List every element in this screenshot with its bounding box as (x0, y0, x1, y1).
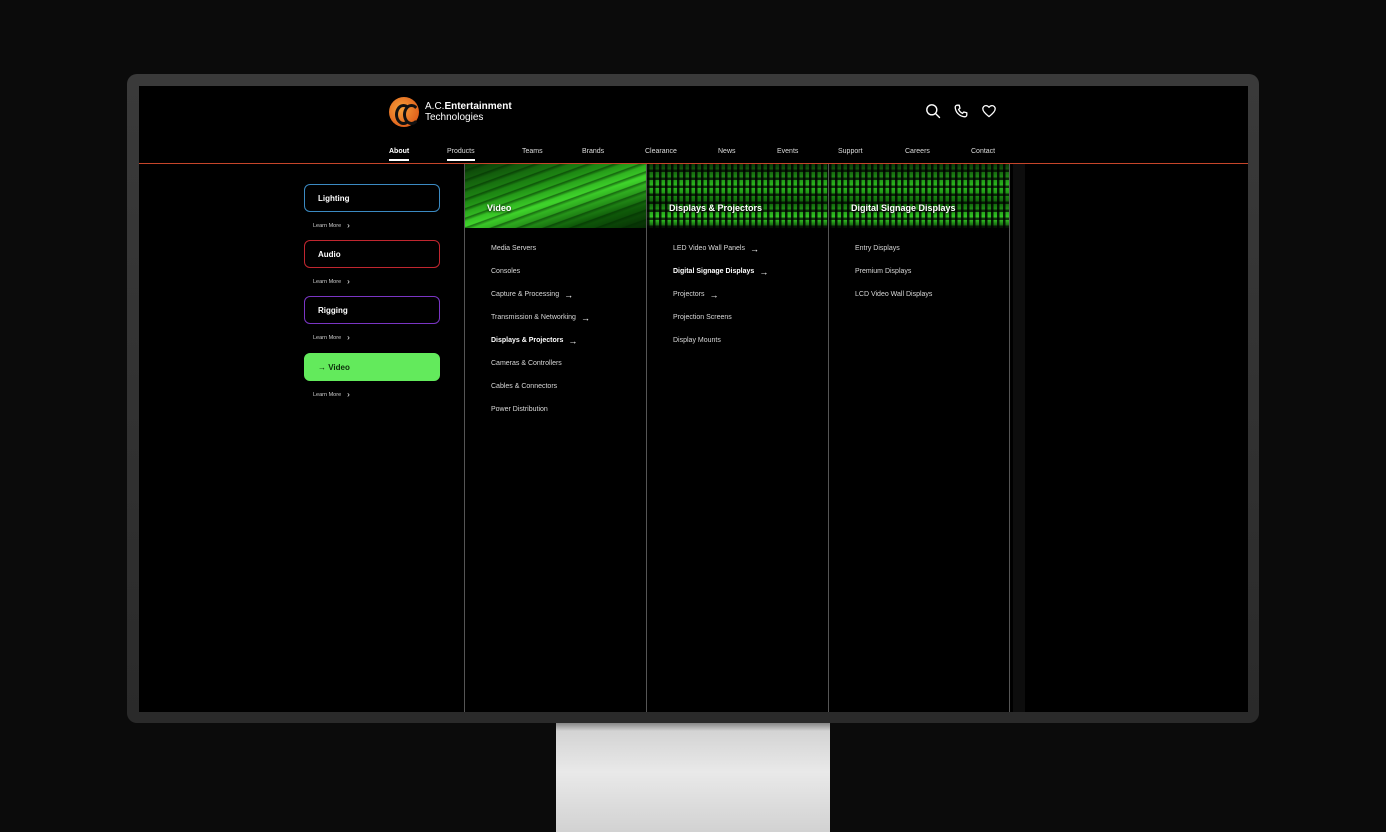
category-audio-button[interactable]: Audio (304, 240, 440, 268)
submenu-column-video: Video Media Servers Consoles Capture & P… (464, 164, 646, 712)
chevron-right-icon: › (347, 277, 350, 286)
nav-teams[interactable]: Teams (522, 148, 543, 159)
menu-item-label: Media Servers (491, 245, 537, 252)
nav-brands[interactable]: Brands (582, 148, 604, 159)
column-title: Video (487, 203, 512, 213)
category-rigging-button[interactable]: Rigging (304, 296, 440, 324)
nav-contact[interactable]: Contact (971, 148, 995, 159)
menu-item-premium-displays[interactable]: Premium Displays (855, 260, 932, 283)
arrow-right-icon: → (568, 335, 578, 346)
menu-item-led-video-wall-panels[interactable]: LED Video Wall Panels → (673, 237, 768, 260)
menu-panel-edge (1013, 164, 1025, 712)
menu-item-displays-projectors[interactable]: Displays & Projectors → (491, 329, 590, 352)
menu-item-label: Cameras & Controllers (491, 360, 562, 367)
menu-item-lcd-video-wall-displays[interactable]: LCD Video Wall Displays (855, 283, 932, 306)
displays-banner-image (647, 164, 828, 228)
nav-products[interactable]: Products (447, 148, 475, 161)
ac-logo-icon (389, 97, 420, 127)
brand-logo[interactable]: A.C. Entertainment Technologies (389, 97, 512, 127)
nav-events[interactable]: Events (777, 148, 798, 159)
category-label: → Video (318, 362, 350, 372)
menu-item-label: Display Mounts (673, 337, 721, 344)
menu-item-label: Power Distribution (491, 406, 548, 413)
menu-item-display-mounts[interactable]: Display Mounts (673, 329, 768, 352)
category-video-button[interactable]: → Video (304, 353, 440, 381)
brand-name-line2: Technologies (425, 112, 484, 123)
menu-item-cameras-controllers[interactable]: Cameras & Controllers (491, 352, 590, 375)
digital-signage-banner-image (829, 164, 1009, 228)
header-icons (925, 103, 997, 119)
learn-more-rigging-link[interactable]: Learn More › (313, 333, 350, 342)
menu-item-label: Consoles (491, 268, 521, 275)
nav-clearance[interactable]: Clearance (645, 148, 677, 159)
submenu-column-displays-projectors: Displays & Projectors LED Video Wall Pan… (646, 164, 828, 712)
chevron-right-icon: › (347, 390, 350, 399)
main-nav: About Products Teams Brands Clearance Ne… (139, 148, 1248, 164)
nav-careers[interactable]: Careers (905, 148, 930, 159)
learn-more-label: Learn More (313, 334, 342, 341)
brand-name: A.C. Entertainment Technologies (425, 101, 512, 123)
brand-name-prefix: A.C. (425, 101, 445, 112)
menu-item-label: Digital Signage Displays (673, 268, 755, 275)
menu-item-label: Displays & Projectors (491, 337, 564, 344)
learn-more-label: Learn More (313, 391, 342, 398)
category-lighting-button[interactable]: Lighting (304, 184, 440, 212)
column-item-list: LED Video Wall Panels → Digital Signage D… (673, 237, 768, 352)
search-icon[interactable] (925, 103, 941, 119)
column-title: Digital Signage Displays (851, 203, 956, 213)
learn-more-audio-link[interactable]: Learn More › (313, 277, 350, 286)
heart-icon[interactable] (981, 103, 997, 119)
menu-item-power-distribution[interactable]: Power Distribution (491, 398, 590, 421)
menu-item-label: Cables & Connectors (491, 383, 558, 390)
menu-item-entry-displays[interactable]: Entry Displays (855, 237, 932, 260)
brand-name-bold: Entertainment (444, 101, 512, 112)
menu-item-label: Entry Displays (855, 245, 900, 252)
chevron-right-icon: › (347, 333, 350, 342)
arrow-right-icon: → (709, 289, 719, 300)
menu-item-cables-connectors[interactable]: Cables & Connectors (491, 375, 590, 398)
menu-item-capture-processing[interactable]: Capture & Processing → (491, 283, 590, 306)
learn-more-label: Learn More (313, 278, 342, 285)
screen: A.C. Entertainment Technologies About Pr… (139, 86, 1248, 712)
menu-item-label: Premium Displays (855, 268, 912, 275)
menu-item-projection-screens[interactable]: Projection Screens (673, 306, 768, 329)
menu-item-label: Projectors (673, 291, 705, 298)
menu-item-media-servers[interactable]: Media Servers (491, 237, 590, 260)
menu-item-label: Projection Screens (673, 314, 732, 321)
arrow-right-icon: → (564, 289, 574, 300)
arrow-right-icon: → (759, 266, 769, 277)
video-banner-image (465, 164, 646, 228)
menu-item-label: LED Video Wall Panels (673, 245, 745, 252)
category-label: Audio (318, 249, 341, 259)
category-label: Rigging (318, 305, 348, 315)
arrow-right-icon: → (749, 243, 759, 254)
learn-more-lighting-link[interactable]: Learn More › (313, 221, 350, 230)
monitor-stand-shadow (556, 723, 830, 731)
menu-item-transmission-networking[interactable]: Transmission & Networking → (491, 306, 590, 329)
menu-item-projectors[interactable]: Projectors → (673, 283, 768, 306)
nav-news[interactable]: News (718, 148, 736, 159)
column-item-list: Media Servers Consoles Capture & Process… (491, 237, 590, 421)
column-item-list: Entry Displays Premium Displays LCD Vide… (855, 237, 932, 306)
phone-icon[interactable] (953, 103, 969, 119)
arrow-right-icon: → (580, 312, 590, 323)
menu-item-consoles[interactable]: Consoles (491, 260, 590, 283)
menu-item-label: LCD Video Wall Displays (855, 291, 933, 298)
nav-about[interactable]: About (389, 148, 410, 161)
learn-more-label: Learn More (313, 222, 342, 229)
chevron-right-icon: › (347, 221, 350, 230)
menu-item-label: Capture & Processing (491, 291, 560, 298)
monitor-stand (556, 723, 830, 832)
submenu-column-digital-signage: Digital Signage Displays Entry Displays … (828, 164, 1010, 712)
category-label: Lighting (318, 193, 350, 203)
learn-more-video-link[interactable]: Learn More › (313, 390, 350, 399)
column-title: Displays & Projectors (669, 203, 763, 213)
menu-item-digital-signage-displays[interactable]: Digital Signage Displays → (673, 260, 768, 283)
nav-support[interactable]: Support (838, 148, 863, 159)
menu-item-label: Transmission & Networking (491, 314, 576, 321)
